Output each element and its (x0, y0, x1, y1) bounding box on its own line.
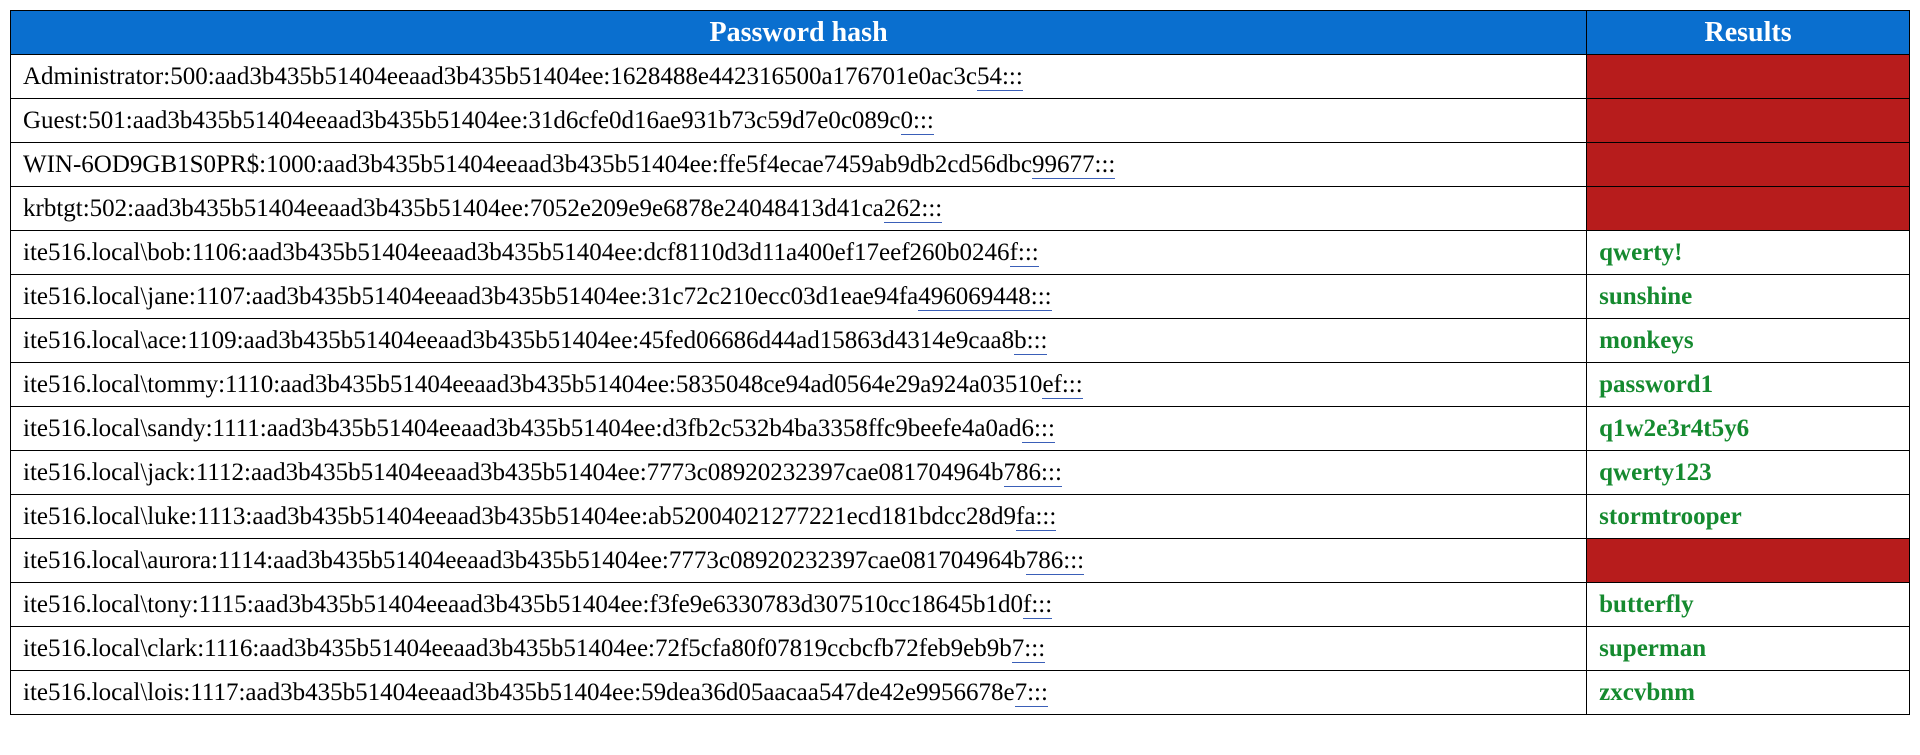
hash-underlined-text: 7::: (1012, 635, 1045, 663)
hash-main-text: krbtgt:502:aad3b435b51404eeaad3b435b5140… (23, 195, 884, 222)
result-cell (1587, 143, 1910, 187)
hash-underlined-text: 54::: (977, 63, 1023, 91)
hash-cell: ite516.local\jack:1112:aad3b435b51404eea… (11, 451, 1587, 495)
hash-cell: ite516.local\aurora:1114:aad3b435b51404e… (11, 539, 1587, 583)
table-row: krbtgt:502:aad3b435b51404eeaad3b435b5140… (11, 187, 1910, 231)
hash-main-text: ite516.local\ace:1109:aad3b435b51404eeaa… (23, 327, 1014, 354)
result-cell: sunshine (1587, 275, 1910, 319)
hash-main-text: ite516.local\tony:1115:aad3b435b51404eea… (23, 591, 1023, 618)
hash-underlined-text: f::: (1023, 591, 1052, 619)
hash-cell: Guest:501:aad3b435b51404eeaad3b435b51404… (11, 99, 1587, 143)
table-row: ite516.local\bob:1106:aad3b435b51404eeaa… (11, 231, 1910, 275)
result-cell (1587, 187, 1910, 231)
hash-main-text: Administrator:500:aad3b435b51404eeaad3b4… (23, 63, 977, 90)
hash-main-text: ite516.local\jane:1107:aad3b435b51404eea… (23, 283, 918, 310)
hash-underlined-text: 496069448::: (918, 283, 1051, 311)
table-row: WIN-6OD9GB1S0PR$:1000:aad3b435b51404eeaa… (11, 143, 1910, 187)
table-header-row: Password hash Results (11, 11, 1910, 55)
hash-underlined-text: b::: (1014, 327, 1047, 355)
hash-underlined-text: 262::: (884, 195, 942, 223)
table-row: ite516.local\jack:1112:aad3b435b51404eea… (11, 451, 1910, 495)
hash-cell: ite516.local\lois:1117:aad3b435b51404eea… (11, 671, 1587, 715)
hash-cell: krbtgt:502:aad3b435b51404eeaad3b435b5140… (11, 187, 1587, 231)
result-cell (1587, 539, 1910, 583)
hash-underlined-text: 0::: (901, 107, 934, 135)
hash-underlined-text: 786::: (1026, 547, 1084, 575)
hash-underlined-text: f::: (1010, 239, 1039, 267)
hash-main-text: ite516.local\jack:1112:aad3b435b51404eea… (23, 459, 1004, 486)
hash-cell: ite516.local\luke:1113:aad3b435b51404eea… (11, 495, 1587, 539)
hash-main-text: ite516.local\sandy:1111:aad3b435b51404ee… (23, 415, 1022, 442)
result-cell: superman (1587, 627, 1910, 671)
hash-main-text: WIN-6OD9GB1S0PR$:1000:aad3b435b51404eeaa… (23, 151, 1032, 178)
table-row: ite516.local\lois:1117:aad3b435b51404eea… (11, 671, 1910, 715)
hash-main-text: Guest:501:aad3b435b51404eeaad3b435b51404… (23, 107, 901, 134)
hash-main-text: ite516.local\clark:1116:aad3b435b51404ee… (23, 635, 1012, 662)
hash-cell: ite516.local\tommy:1110:aad3b435b51404ee… (11, 363, 1587, 407)
hash-cell: ite516.local\ace:1109:aad3b435b51404eeaa… (11, 319, 1587, 363)
hash-underlined-text: 6::: (1022, 415, 1055, 443)
hash-cell: ite516.local\sandy:1111:aad3b435b51404ee… (11, 407, 1587, 451)
hash-cell: WIN-6OD9GB1S0PR$:1000:aad3b435b51404eeaa… (11, 143, 1587, 187)
password-hash-table: Password hash Results Administrator:500:… (10, 10, 1910, 715)
hash-cell: ite516.local\clark:1116:aad3b435b51404ee… (11, 627, 1587, 671)
result-cell: qwerty! (1587, 231, 1910, 275)
hash-cell: ite516.local\tony:1115:aad3b435b51404eea… (11, 583, 1587, 627)
table-row: ite516.local\ace:1109:aad3b435b51404eeaa… (11, 319, 1910, 363)
hash-main-text: ite516.local\lois:1117:aad3b435b51404eea… (23, 679, 1015, 706)
hash-main-text: ite516.local\tommy:1110:aad3b435b51404ee… (23, 371, 1042, 398)
hash-underlined-text: 7::: (1015, 679, 1048, 707)
hash-underlined-text: 99677::: (1032, 151, 1115, 179)
table-row: Guest:501:aad3b435b51404eeaad3b435b51404… (11, 99, 1910, 143)
hash-underlined-text: 786::: (1004, 459, 1062, 487)
result-cell (1587, 55, 1910, 99)
result-cell: zxcvbnm (1587, 671, 1910, 715)
table-row: ite516.local\clark:1116:aad3b435b51404ee… (11, 627, 1910, 671)
hash-cell: ite516.local\bob:1106:aad3b435b51404eeaa… (11, 231, 1587, 275)
hash-underlined-text: ef::: (1042, 371, 1082, 399)
table-row: ite516.local\tony:1115:aad3b435b51404eea… (11, 583, 1910, 627)
hash-main-text: ite516.local\luke:1113:aad3b435b51404eea… (23, 503, 1016, 530)
hash-cell: Administrator:500:aad3b435b51404eeaad3b4… (11, 55, 1587, 99)
hash-main-text: ite516.local\aurora:1114:aad3b435b51404e… (23, 547, 1026, 574)
table-row: ite516.local\jane:1107:aad3b435b51404eea… (11, 275, 1910, 319)
table-row: ite516.local\tommy:1110:aad3b435b51404ee… (11, 363, 1910, 407)
result-cell (1587, 99, 1910, 143)
result-cell: qwerty123 (1587, 451, 1910, 495)
table-row: ite516.local\aurora:1114:aad3b435b51404e… (11, 539, 1910, 583)
table-row: Administrator:500:aad3b435b51404eeaad3b4… (11, 55, 1910, 99)
result-cell: q1w2e3r4t5y6 (1587, 407, 1910, 451)
hash-main-text: ite516.local\bob:1106:aad3b435b51404eeaa… (23, 239, 1010, 266)
result-cell: monkeys (1587, 319, 1910, 363)
header-hash: Password hash (11, 11, 1587, 55)
header-results: Results (1587, 11, 1910, 55)
table-row: ite516.local\sandy:1111:aad3b435b51404ee… (11, 407, 1910, 451)
result-cell: stormtrooper (1587, 495, 1910, 539)
result-cell: password1 (1587, 363, 1910, 407)
hash-cell: ite516.local\jane:1107:aad3b435b51404eea… (11, 275, 1587, 319)
hash-underlined-text: fa::: (1016, 503, 1056, 531)
result-cell: butterfly (1587, 583, 1910, 627)
table-row: ite516.local\luke:1113:aad3b435b51404eea… (11, 495, 1910, 539)
